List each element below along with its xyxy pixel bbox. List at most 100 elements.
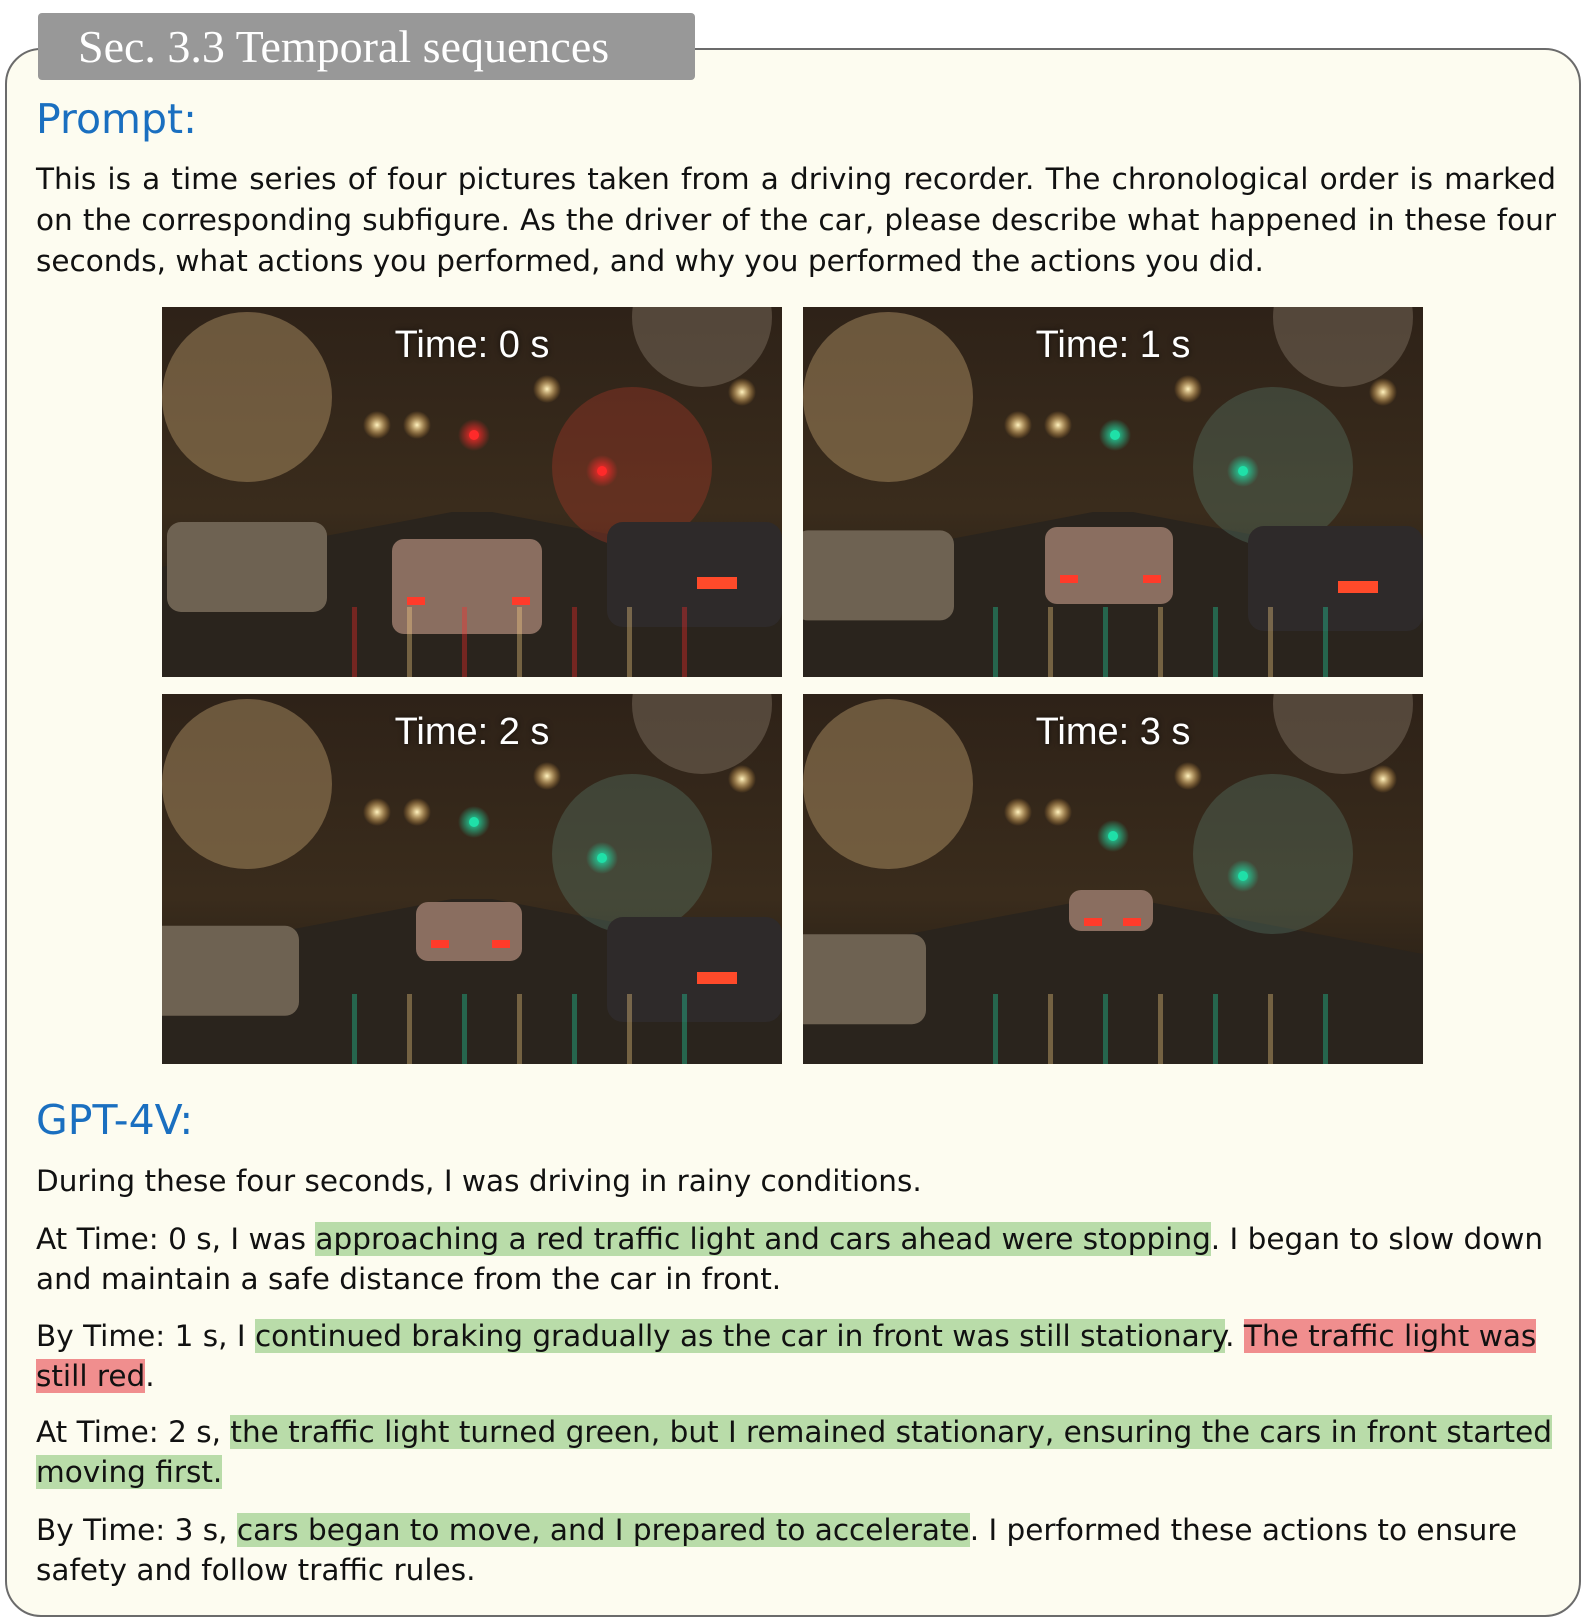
lens-flare bbox=[1193, 774, 1353, 934]
dashcam-frame: Time: 2 s bbox=[162, 694, 782, 1064]
road-reflection bbox=[627, 607, 632, 677]
car-left bbox=[167, 522, 327, 612]
road-reflection bbox=[1158, 607, 1163, 677]
road-reflection bbox=[1268, 994, 1273, 1064]
traffic-light bbox=[1108, 831, 1118, 841]
street-lamp bbox=[1044, 411, 1072, 439]
frame-time-label: Time: 0 s bbox=[394, 324, 550, 366]
street-lamp bbox=[533, 375, 561, 403]
traffic-light bbox=[597, 853, 607, 863]
street-lamp bbox=[1004, 798, 1032, 826]
car-right bbox=[1248, 526, 1423, 631]
response-text: During these four seconds, I was driving… bbox=[36, 1164, 922, 1198]
road-reflection bbox=[1213, 994, 1218, 1064]
tail-light bbox=[697, 972, 737, 984]
road-reflection bbox=[407, 607, 412, 677]
road-reflection bbox=[517, 994, 522, 1064]
lens-flare bbox=[552, 774, 712, 934]
dashcam-frame: Time: 1 s bbox=[803, 307, 1423, 677]
tail-light bbox=[1123, 918, 1141, 926]
car-right bbox=[607, 522, 782, 627]
street-lamp bbox=[363, 411, 391, 439]
frame-time-label: Time: 1 s bbox=[1035, 324, 1191, 366]
car-left bbox=[803, 934, 926, 1025]
traffic-light bbox=[469, 817, 479, 827]
street-lamp bbox=[403, 411, 431, 439]
traffic-light bbox=[1238, 466, 1248, 476]
prompt-heading: Prompt: bbox=[36, 95, 197, 143]
street-lamp bbox=[533, 762, 561, 790]
highlight-green: cars began to move, and I prepared to ac… bbox=[236, 1513, 970, 1547]
street-lamp bbox=[1369, 765, 1397, 793]
response-text: At Time: 2 s, bbox=[36, 1415, 231, 1449]
car-left bbox=[162, 925, 299, 1016]
street-lamp bbox=[1044, 798, 1072, 826]
road-reflection bbox=[462, 994, 467, 1064]
tail-light bbox=[1060, 575, 1078, 583]
tail-light bbox=[431, 940, 449, 948]
tail-light bbox=[697, 577, 737, 589]
tail-light bbox=[1084, 918, 1102, 926]
road-reflection bbox=[1213, 607, 1218, 677]
tail-light bbox=[407, 597, 425, 605]
road-reflection bbox=[407, 994, 412, 1064]
highlight-green: continued braking gradually as the car i… bbox=[254, 1319, 1226, 1353]
street-lamp bbox=[1174, 762, 1202, 790]
traffic-light bbox=[1238, 871, 1248, 881]
road-reflection bbox=[572, 994, 577, 1064]
road-reflection bbox=[462, 607, 467, 677]
road-reflection bbox=[1268, 607, 1273, 677]
road-reflection bbox=[627, 994, 632, 1064]
section-tab: Sec. 3.3 Temporal sequences bbox=[38, 13, 695, 80]
road-reflection bbox=[1048, 607, 1053, 677]
tail-light bbox=[1143, 575, 1161, 583]
dashcam-frame: Time: 0 s bbox=[162, 307, 782, 677]
traffic-light bbox=[1110, 430, 1120, 440]
response-text: At Time: 0 s, I was bbox=[36, 1222, 316, 1256]
car-left bbox=[803, 530, 954, 621]
street-lamp bbox=[728, 378, 756, 406]
road-reflection bbox=[682, 994, 687, 1064]
frame-time-label: Time: 3 s bbox=[1035, 711, 1191, 753]
response-paragraph: During these four seconds, I was driving… bbox=[36, 1161, 1556, 1201]
road-reflection bbox=[1323, 607, 1328, 677]
response-paragraph: At Time: 2 s, the traffic light turned g… bbox=[36, 1412, 1556, 1492]
response-heading: GPT-4V: bbox=[36, 1096, 194, 1144]
car-ahead bbox=[1045, 527, 1173, 604]
street-lamp bbox=[363, 798, 391, 826]
street-lamp bbox=[1174, 375, 1202, 403]
response-text: By Time: 3 s, bbox=[36, 1513, 237, 1547]
response-paragraph: By Time: 3 s, cars began to move, and I … bbox=[36, 1510, 1556, 1590]
street-lamp bbox=[728, 765, 756, 793]
traffic-light bbox=[597, 466, 607, 476]
highlight-green: approaching a red traffic light and cars… bbox=[315, 1222, 1211, 1256]
car-ahead bbox=[416, 902, 522, 961]
tail-light bbox=[512, 597, 530, 605]
road-reflection bbox=[1158, 994, 1163, 1064]
dashcam-frame: Time: 3 s bbox=[803, 694, 1423, 1064]
response-text: . bbox=[1225, 1319, 1244, 1353]
street-lamp bbox=[1004, 411, 1032, 439]
road-reflection bbox=[993, 994, 998, 1064]
street-lamp bbox=[1369, 378, 1397, 406]
road-reflection bbox=[993, 607, 998, 677]
response-paragraph: At Time: 0 s, I was approaching a red tr… bbox=[36, 1219, 1556, 1299]
road-reflection bbox=[572, 607, 577, 677]
frame-time-label: Time: 2 s bbox=[394, 711, 550, 753]
car-right bbox=[607, 917, 782, 1022]
street-lamp bbox=[403, 798, 431, 826]
road-reflection bbox=[352, 607, 357, 677]
tail-light bbox=[492, 940, 510, 948]
prompt-text: This is a time series of four pictures t… bbox=[36, 162, 1556, 278]
road-reflection bbox=[1323, 994, 1328, 1064]
road-reflection bbox=[682, 607, 687, 677]
highlight-green: the traffic light turned green, but I re… bbox=[36, 1415, 1552, 1489]
road-reflection bbox=[1048, 994, 1053, 1064]
road-reflection bbox=[352, 994, 357, 1064]
lens-flare bbox=[1193, 387, 1353, 547]
road-reflection bbox=[517, 607, 522, 677]
response-paragraph: By Time: 1 s, I continued braking gradua… bbox=[36, 1316, 1556, 1396]
tail-light bbox=[1338, 581, 1378, 593]
response-text: . bbox=[145, 1359, 155, 1393]
road-reflection bbox=[1103, 607, 1108, 677]
